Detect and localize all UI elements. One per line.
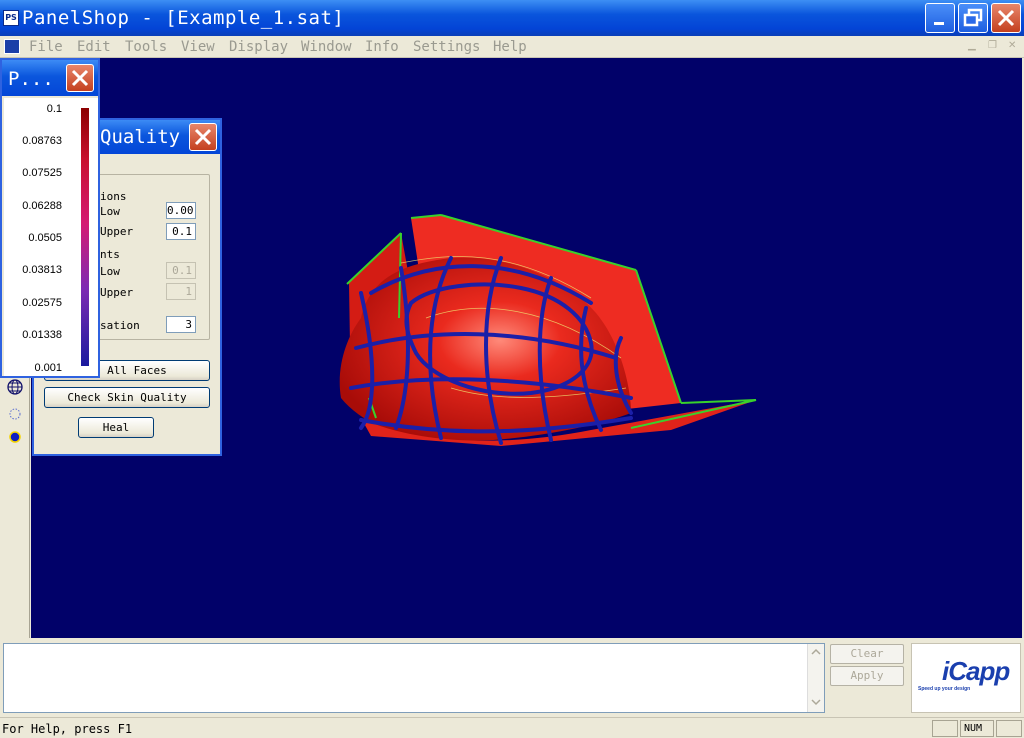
mdi-restore-icon[interactable]: ❐	[988, 40, 997, 51]
legend-close-button[interactable]	[66, 64, 94, 92]
shaded-sphere-icon	[9, 431, 21, 443]
legend-value: 0.0505	[28, 232, 62, 244]
legend-value: 0.01338	[22, 329, 62, 341]
status-bar: For Help, press F1 NUM	[0, 717, 1024, 738]
sation-input[interactable]: 3	[166, 316, 196, 333]
apply-button[interactable]: Apply	[830, 666, 904, 686]
close-icon	[71, 69, 89, 87]
logo-text: iCapp	[942, 656, 1010, 686]
close-icon	[194, 128, 212, 146]
tool-shaded-sphere[interactable]	[3, 426, 27, 448]
title-bar[interactable]: PS PanelShop - [Example_1.sat]	[0, 0, 1024, 36]
sation-label: sation	[100, 319, 140, 332]
check-skin-quality-button[interactable]: Check Skin Quality	[44, 387, 210, 408]
globe-icon	[7, 379, 23, 395]
status-help-text: For Help, press F1	[2, 722, 133, 736]
low2-label: Low	[100, 265, 120, 278]
legend-value: 0.02575	[22, 297, 62, 309]
mdi-close-icon[interactable]: ✕	[1008, 40, 1016, 51]
menu-file[interactable]: File	[29, 39, 63, 55]
app-icon: PS	[3, 10, 19, 26]
tool-dotted-sphere[interactable]	[3, 403, 27, 425]
legend-body: 0.1 0.08763 0.07525 0.06288 0.0505 0.038…	[4, 98, 98, 376]
window-title: PanelShop - [Example_1.sat]	[22, 7, 345, 29]
heal-button[interactable]: Heal	[78, 417, 154, 438]
logo-tagline: Speed up your design	[918, 686, 971, 692]
low2-input: 0.1	[166, 262, 196, 279]
legend-title-bar[interactable]: P...	[2, 60, 98, 96]
menu-info[interactable]: Info	[365, 39, 399, 55]
document-icon[interactable]	[4, 39, 20, 54]
group2-label: nts	[100, 248, 120, 261]
legend-value: 0.06288	[22, 200, 62, 212]
close-icon	[997, 9, 1015, 27]
upper-label: Upper	[100, 225, 134, 238]
legend-value: 0.1	[46, 103, 62, 115]
output-scrollbar[interactable]	[807, 644, 824, 712]
legend-panel: P... 0.1 0.08763 0.07525 0.06288 0.0505 …	[0, 58, 100, 378]
menu-display[interactable]: Display	[229, 39, 288, 55]
panelshop-window: PS PanelShop - [Example_1.sat] File Edit…	[0, 0, 1024, 738]
low-input[interactable]: 0.00	[166, 202, 196, 219]
upper2-label: Upper	[100, 286, 134, 299]
clear-button[interactable]: Clear	[830, 644, 904, 664]
quality-title: Quality	[100, 126, 181, 148]
menu-bar: File Edit Tools View Display Window Info…	[0, 36, 1024, 58]
menu-settings[interactable]: Settings	[413, 39, 480, 55]
menu-window[interactable]: Window	[301, 39, 352, 55]
close-button[interactable]	[991, 3, 1021, 33]
scroll-arrows-icon	[811, 648, 821, 706]
minimize-button[interactable]	[925, 3, 955, 33]
menu-edit[interactable]: Edit	[77, 39, 111, 55]
menu-view[interactable]: View	[181, 39, 215, 55]
legend-value: 0.08763	[22, 135, 62, 147]
restore-button[interactable]	[958, 3, 988, 33]
mdi-minimize-icon[interactable]: ▁	[968, 40, 976, 51]
color-scale-bar	[81, 108, 89, 366]
upper2-input: 1	[166, 283, 196, 300]
output-textarea[interactable]	[3, 643, 825, 713]
menu-tools[interactable]: Tools	[125, 39, 167, 55]
group1-label: ions	[100, 190, 127, 203]
num-lock-indicator: NUM	[960, 720, 994, 737]
status-pane-scroll	[996, 720, 1022, 737]
menu-help[interactable]: Help	[493, 39, 527, 55]
tool-wireframe-globe[interactable]	[3, 376, 27, 398]
legend-title: P...	[8, 68, 54, 90]
quality-close-button[interactable]	[189, 123, 217, 151]
status-pane-empty	[932, 720, 958, 737]
legend-value: 0.07525	[22, 167, 62, 179]
low-label: Low	[100, 205, 120, 218]
upper-input[interactable]: 0.1	[166, 223, 196, 240]
dotted-sphere-icon	[9, 408, 21, 420]
minimize-icon	[934, 22, 944, 25]
icapp-logo: iCapp Speed up your design	[911, 643, 1021, 713]
restore-icon	[963, 8, 983, 27]
legend-value: 0.001	[34, 362, 62, 374]
legend-value: 0.03813	[22, 264, 62, 276]
